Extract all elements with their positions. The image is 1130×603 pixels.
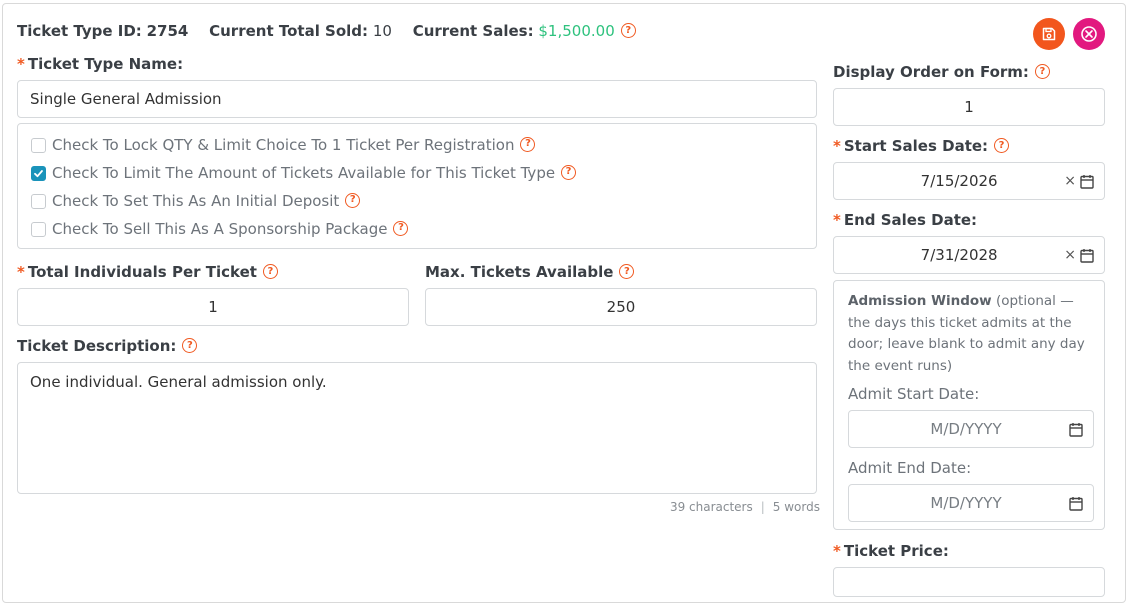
max-tickets-value: 250 xyxy=(606,298,636,316)
help-icon[interactable]: ? xyxy=(345,192,361,208)
ticket-price-label: Ticket Price: xyxy=(843,542,949,560)
clear-date-button[interactable]: × xyxy=(1064,247,1076,263)
save-icon xyxy=(1042,27,1056,41)
admit-start-date-input[interactable]: M/D/YYYY xyxy=(848,410,1094,448)
individuals-label: Total Individuals Per Ticket xyxy=(27,263,257,281)
calendar-icon[interactable] xyxy=(1080,248,1094,263)
checkbox-checked[interactable] xyxy=(31,165,46,181)
max-tickets-label-group: Max. Tickets Available? xyxy=(425,263,635,281)
ticket-name-value: Single General Admission xyxy=(30,90,222,108)
admission-window-title: Admission Window xyxy=(848,293,992,309)
close-circle-icon xyxy=(1081,26,1097,42)
checkbox[interactable] xyxy=(31,193,46,209)
ticket-price-input[interactable] xyxy=(833,567,1105,597)
max-tickets-input[interactable]: 250 xyxy=(425,288,817,326)
start-sales-value: 7/15/2026 xyxy=(920,172,998,190)
total-sold-label: Current Total Sold: xyxy=(209,22,369,40)
calendar-icon[interactable] xyxy=(1069,422,1083,437)
display-order-input[interactable]: 1 xyxy=(833,88,1105,126)
ticket-id-value: 2754 xyxy=(146,22,189,40)
end-sales-label: End Sales Date: xyxy=(843,211,978,229)
option-limit-amount[interactable]: Check To Limit The Amount of Tickets Ava… xyxy=(31,164,577,182)
admission-window-box: Admission Window (optional — the days th… xyxy=(833,280,1105,530)
admit-start-label: Admit Start Date: xyxy=(848,385,980,403)
description-label-group: Ticket Description:? xyxy=(17,337,198,355)
ticket-name-label: Ticket Type Name: xyxy=(27,55,184,73)
admit-end-placeholder: M/D/YYYY xyxy=(930,494,1002,512)
option-label: Check To Limit The Amount of Tickets Ava… xyxy=(52,164,556,182)
checkbox[interactable] xyxy=(31,221,46,237)
option-initial-deposit[interactable]: Check To Set This As An Initial Deposit … xyxy=(31,192,361,210)
individuals-input[interactable]: 1 xyxy=(17,288,409,326)
option-sponsorship[interactable]: Check To Sell This As A Sponsorship Pack… xyxy=(31,220,409,238)
required-mark: * xyxy=(17,55,25,73)
calendar-icon[interactable] xyxy=(1080,174,1094,189)
help-icon[interactable]: ? xyxy=(182,338,198,353)
required-mark: * xyxy=(833,542,841,560)
required-mark: * xyxy=(17,263,25,281)
help-icon[interactable]: ? xyxy=(520,136,536,152)
admit-end-date-input[interactable]: M/D/YYYY xyxy=(848,484,1094,522)
current-sales-label: Current Sales: xyxy=(412,22,534,40)
admit-start-placeholder: M/D/YYYY xyxy=(930,420,1002,438)
start-sales-label: Start Sales Date: xyxy=(843,137,989,155)
admit-end-label: Admit End Date: xyxy=(848,459,972,477)
help-icon[interactable]: ? xyxy=(994,138,1010,153)
help-icon[interactable]: ? xyxy=(561,164,577,180)
required-mark: * xyxy=(833,211,841,229)
checkmark-icon xyxy=(34,169,43,177)
help-icon[interactable]: ? xyxy=(262,264,278,279)
help-icon[interactable]: ? xyxy=(1034,64,1050,79)
save-button[interactable] xyxy=(1033,18,1065,50)
description-value: One individual. General admission only. xyxy=(30,373,327,391)
current-sales-value: $1,500.00 xyxy=(538,22,615,40)
display-order-value: 1 xyxy=(964,98,974,116)
description-label: Ticket Description: xyxy=(17,337,177,355)
ticket-price-label-group: * Ticket Price: xyxy=(833,542,949,560)
ticket-name-input[interactable]: Single General Admission xyxy=(17,80,817,118)
ticket-name-label-group: * Ticket Type Name: xyxy=(17,55,183,73)
ticket-summary: Ticket Type ID: 2754 Current Total Sold:… xyxy=(17,22,636,40)
char-count: 39 characters xyxy=(669,500,753,514)
ticket-id-label: Ticket Type ID: xyxy=(17,22,142,40)
admission-window-description: Admission Window (optional — the days th… xyxy=(848,291,1098,377)
option-lock-qty[interactable]: Check To Lock QTY & Limit Choice To 1 Ti… xyxy=(31,136,536,154)
help-icon[interactable]: ? xyxy=(619,264,635,279)
start-sales-date-input[interactable]: 7/15/2026 × xyxy=(833,162,1105,200)
counter-separator: | xyxy=(760,500,765,514)
description-textarea[interactable]: One individual. General admission only. xyxy=(17,362,817,494)
end-sales-value: 7/31/2028 xyxy=(920,246,998,264)
description-counter: 39 characters | 5 words xyxy=(670,500,820,514)
max-tickets-label: Max. Tickets Available xyxy=(425,263,614,281)
close-button[interactable] xyxy=(1073,18,1105,50)
clear-date-button[interactable]: × xyxy=(1064,173,1076,189)
display-order-label-group: Display Order on Form:? xyxy=(833,63,1050,81)
option-label: Check To Sell This As A Sponsorship Pack… xyxy=(52,220,388,238)
help-icon[interactable]: ? xyxy=(620,23,636,38)
checkbox[interactable] xyxy=(31,137,46,153)
end-sales-label-group: * End Sales Date: xyxy=(833,211,977,229)
option-label: Check To Lock QTY & Limit Choice To 1 Ti… xyxy=(52,136,515,154)
help-icon[interactable]: ? xyxy=(393,220,409,236)
ticket-options-box: Check To Lock QTY & Limit Choice To 1 Ti… xyxy=(17,123,817,249)
individuals-value: 1 xyxy=(208,298,218,316)
individuals-label-group: * Total Individuals Per Ticket? xyxy=(17,263,278,281)
calendar-icon[interactable] xyxy=(1069,496,1083,511)
required-mark: * xyxy=(833,137,841,155)
start-sales-label-group: * Start Sales Date:? xyxy=(833,137,1010,155)
total-sold-value: 10 xyxy=(372,22,392,40)
option-label: Check To Set This As An Initial Deposit xyxy=(52,192,340,210)
word-count: 5 words xyxy=(772,500,820,514)
end-sales-date-input[interactable]: 7/31/2028 × xyxy=(833,236,1105,274)
display-order-label: Display Order on Form: xyxy=(833,63,1029,81)
